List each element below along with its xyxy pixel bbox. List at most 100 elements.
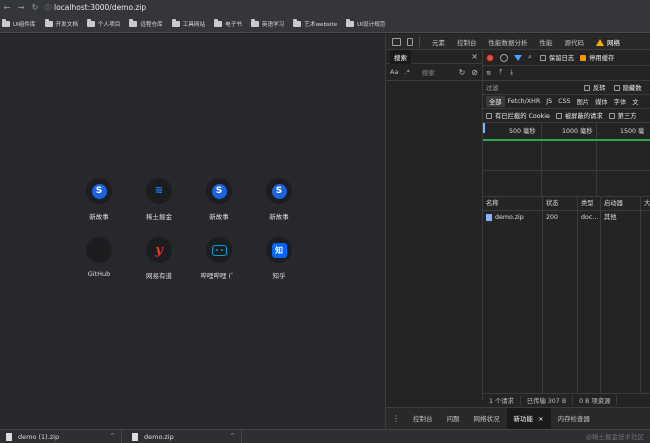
close-icon[interactable]: × (538, 415, 543, 423)
address-bar: ← → ↻ ⓘ localhost:3000/demo.zip (0, 0, 650, 15)
type-filter-js[interactable]: JS (543, 97, 555, 106)
folder-icon (129, 19, 138, 27)
bookmark-folder[interactable]: 个人项目 (86, 19, 120, 28)
file-icon (132, 432, 138, 441)
shortcut-tile[interactable]: ≋ 稀土掘金 (129, 178, 189, 221)
drawer-tab-whats-new[interactable]: 新功能 × (506, 407, 551, 430)
type-filter-fetch[interactable]: Fetch/XHR (505, 97, 544, 106)
shortcut-label: 稀土掘金 (146, 213, 172, 221)
devtools-panel: 元素 控制台 性能数据分析 性能 源代码 网络 搜索 × Aa .* 搜索 ↻ … (385, 34, 650, 430)
preserve-log-checkbox[interactable] (539, 54, 546, 61)
bookmark-folder[interactable]: 艺术website (293, 19, 337, 28)
shortcut-label: 新故事 (89, 213, 109, 221)
url-field[interactable]: localhost:3000/demo.zip (54, 3, 146, 12)
back-button[interactable]: ← (0, 3, 14, 12)
download-item[interactable]: demo (1).zip ^ (0, 429, 122, 443)
forward-button[interactable]: → (14, 3, 28, 12)
tab-sources[interactable]: 源代码 (559, 37, 591, 47)
type-filter-css[interactable]: CSS (555, 97, 573, 106)
timeline-bar (483, 139, 650, 141)
more-options-icon[interactable]: ⋮ (392, 414, 400, 423)
bookmark-folder[interactable]: UI设计规范 (346, 19, 385, 28)
tab-elements[interactable]: 元素 (426, 37, 451, 47)
bookmark-folder[interactable]: 英语学习 (250, 19, 284, 28)
type-filter-media[interactable]: 媒体 (592, 96, 611, 107)
shortcut-tile[interactable]: 知 知乎 (249, 237, 309, 280)
column-status[interactable]: 状态 (543, 196, 578, 211)
network-timeline[interactable]: 500 毫秒 1000 毫秒 1500 毫 (483, 123, 650, 171)
drawer-tab-issues[interactable]: 问题 (440, 408, 467, 430)
devtools-drawer: ⋮ 控制台 问题 网络状况 新功能 × 内存检查器 (386, 407, 650, 430)
folder-icon (86, 19, 95, 27)
filter-icon[interactable] (514, 54, 522, 61)
shortcut-tile[interactable]: S 新故事 (189, 178, 249, 221)
bookmark-folder[interactable]: 电子书 (214, 19, 242, 28)
drawer-tab-network-conditions[interactable]: 网络状况 (467, 408, 507, 430)
timeline-label: 500 毫秒 (509, 128, 536, 135)
disable-cache-checkbox[interactable] (580, 54, 587, 61)
bookmark-folder[interactable]: 工具网站 (171, 19, 205, 28)
bilibili-icon (211, 244, 227, 256)
column-size[interactable]: 大 (641, 197, 650, 211)
column-initiator[interactable]: 启动器 (601, 196, 641, 211)
clear-log-icon[interactable] (500, 53, 508, 62)
table-header: 名称 状态 类型 启动器 大 (483, 196, 650, 211)
bookmark-folder[interactable]: UI组件库 (2, 19, 36, 28)
inspect-icon[interactable] (392, 37, 401, 46)
column-type[interactable]: 类型 (578, 196, 601, 211)
file-icon (6, 432, 12, 441)
type-filter-font[interactable]: 字体 (611, 96, 630, 107)
download-icon[interactable]: ⤓ (510, 69, 513, 77)
network-pane: ⌕ 保留日志 停用缓存 ≋ ⤒ ⤓ 过滤 反转 隐藏数 全部 Fetch/XHR (483, 50, 650, 400)
upload-icon[interactable]: ⤒ (499, 69, 502, 77)
regex-toggle[interactable]: .* (404, 68, 409, 76)
refresh-icon[interactable]: ↻ (459, 68, 466, 77)
clear-icon[interactable]: ⊘ (471, 68, 478, 77)
resources-size: 0 B 项资源 (573, 396, 618, 405)
match-case-toggle[interactable]: Aa (390, 68, 398, 76)
tab-performance-insights[interactable]: 性能数据分析 (483, 37, 534, 47)
story-icon: S (91, 183, 107, 199)
shortcut-tile[interactable]: 哔哩哔哩 (゜ (189, 237, 249, 280)
shortcut-tile[interactable]: S 新故事 (249, 178, 309, 221)
youdao-icon: y (155, 242, 163, 258)
blocked-requests-checkbox[interactable] (555, 112, 562, 119)
hide-data-checkbox[interactable] (613, 84, 620, 91)
reload-button[interactable]: ↻ (28, 3, 42, 12)
page-content: S 新故事 ≋ 稀土掘金 S 新故事 S 新故事 GitHub y 网易有道 哔… (0, 34, 385, 429)
drawer-tab-console[interactable]: 控制台 (406, 408, 440, 430)
wifi-icon[interactable]: ≋ (486, 70, 491, 77)
drawer-tab-memory-inspector[interactable]: 内存检查器 (551, 408, 598, 430)
shortcut-tile[interactable]: GitHub (69, 237, 129, 278)
shortcut-label: 新故事 (269, 213, 289, 221)
type-filter-all[interactable]: 全部 (486, 96, 505, 107)
network-status-bar: 1 个请求 已传输 307 B 0 B 项资源 (483, 393, 650, 407)
third-party-checkbox[interactable] (608, 112, 615, 119)
shortcut-tile[interactable]: y 网易有道 (129, 237, 189, 280)
tab-console[interactable]: 控制台 (451, 37, 483, 47)
bookmarks-bar: UI组件库 开发文档 个人项目 远程仓库 工具网站 电子书 英语学习 艺术web… (0, 15, 650, 33)
site-info-icon[interactable]: ⓘ (42, 2, 54, 14)
shortcut-label: GitHub (87, 270, 111, 278)
type-filter-img[interactable]: 图片 (573, 96, 592, 107)
chevron-up-icon[interactable]: ^ (110, 433, 115, 440)
device-toolbar-icon[interactable] (407, 37, 413, 46)
search-tab[interactable]: 搜索 (390, 49, 411, 64)
filter-input[interactable]: 过滤 (486, 83, 584, 92)
type-filter-doc[interactable]: 文 (629, 96, 641, 107)
close-icon[interactable]: × (471, 52, 478, 61)
record-icon[interactable] (486, 53, 494, 62)
shortcut-tile[interactable]: S 新故事 (69, 178, 129, 221)
search-input[interactable]: 搜索 (422, 67, 452, 77)
bookmark-folder[interactable]: 开发文档 (44, 19, 78, 28)
tab-performance[interactable]: 性能 (534, 37, 559, 47)
download-item[interactable]: demo.zip ^ (122, 429, 242, 443)
invert-checkbox[interactable] (584, 84, 590, 91)
blocked-cookies-checkbox[interactable] (486, 112, 492, 119)
shortcut-label: 知乎 (272, 272, 286, 280)
chevron-up-icon[interactable]: ^ (230, 433, 235, 440)
search-icon[interactable]: ⌕ (528, 53, 532, 62)
tab-network[interactable]: 网络 (590, 37, 626, 47)
column-name[interactable]: 名称 (483, 196, 543, 211)
bookmark-folder[interactable]: 远程仓库 (129, 19, 163, 28)
